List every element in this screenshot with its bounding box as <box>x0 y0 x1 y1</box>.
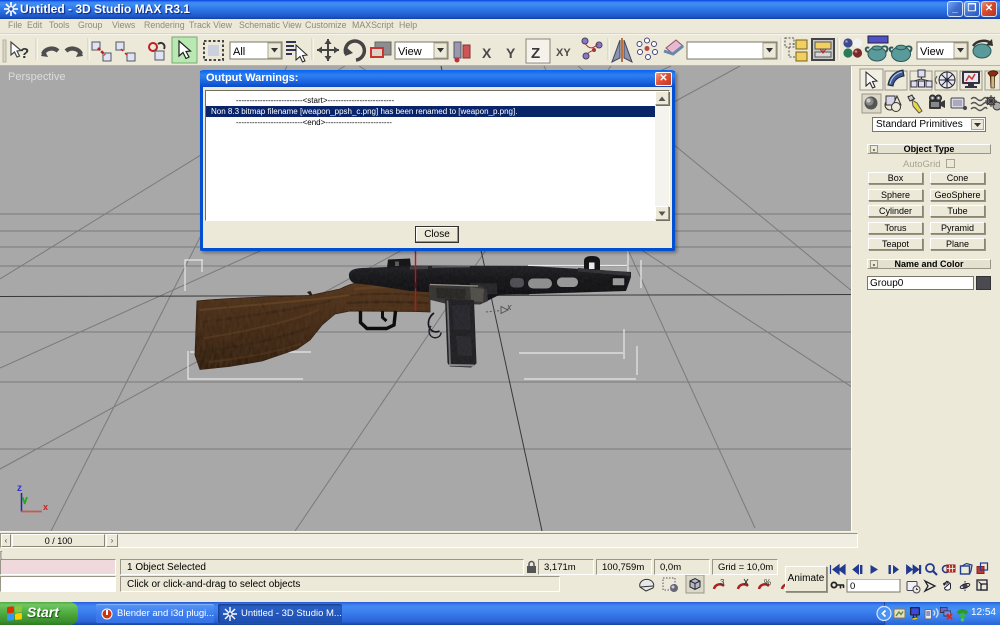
svg-text:View: View <box>920 46 944 58</box>
svg-text:X: X <box>482 45 492 61</box>
svg-text:Y: Y <box>506 45 516 61</box>
svg-text:z: z <box>17 483 22 494</box>
svg-text:%: % <box>764 578 771 587</box>
svg-text:Z: Z <box>531 45 540 62</box>
svg-text:?: ? <box>20 45 29 62</box>
svg-text:All: All <box>233 46 245 58</box>
svg-text:y: y <box>413 279 419 289</box>
svg-text:View: View <box>398 46 422 58</box>
svg-text:XY: XY <box>556 47 571 59</box>
svg-text:x: x <box>43 502 48 512</box>
svg-text:0: 0 <box>850 581 855 592</box>
svg-text:x: x <box>506 302 512 312</box>
svg-text:3: 3 <box>720 578 725 587</box>
